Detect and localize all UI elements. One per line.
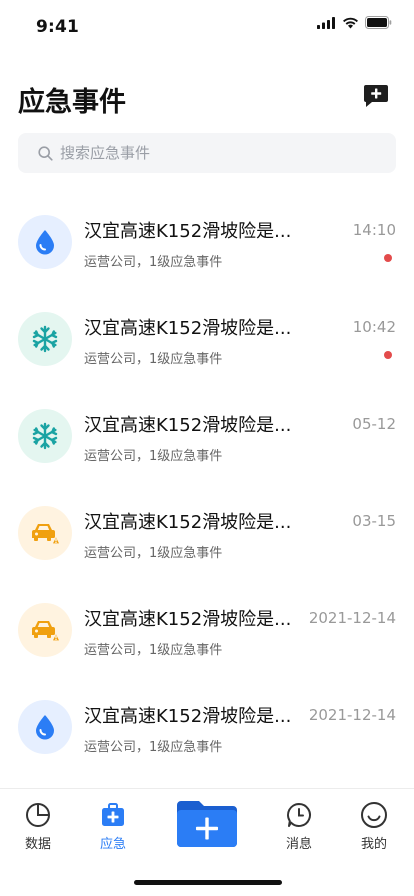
smiley-face-icon <box>360 801 388 829</box>
event-subtitle: 运营公司，1级应急事件 <box>84 740 223 755</box>
clock-message-icon <box>285 801 313 829</box>
event-subtitle: 运营公司，1级应急事件 <box>84 352 223 367</box>
event-title: 汉宜高速K152滑坡险是... <box>84 512 292 533</box>
event-time: 10:42 <box>352 318 396 336</box>
event-time: 03-15 <box>352 512 396 530</box>
tab-label: 消息 <box>285 837 312 852</box>
event-avatar <box>18 700 72 754</box>
tab-label: 数据 <box>24 837 51 852</box>
event-time: 2021-12-14 <box>308 609 396 627</box>
tab-messages[interactable]: 消息 <box>269 801 329 852</box>
event-subtitle: 运营公司，1级应急事件 <box>84 643 223 658</box>
tab-label: 应急 <box>99 837 126 852</box>
event-title: 汉宜高速K152滑坡险是... <box>84 415 292 436</box>
car-accident-icon <box>32 524 60 545</box>
cellular-signal-icon <box>317 16 335 29</box>
tab-emergency[interactable]: 应急 <box>83 801 143 852</box>
event-avatar <box>18 312 72 366</box>
event-title: 汉宜高速K152滑坡险是... <box>84 706 292 727</box>
page-title: 应急事件 <box>18 87 126 118</box>
wifi-icon <box>343 17 358 28</box>
event-time: 2021-12-14 <box>308 706 396 724</box>
search-icon <box>38 145 54 161</box>
snowflake-icon <box>32 325 58 353</box>
home-indicator <box>134 880 282 885</box>
car-accident-icon <box>32 621 60 642</box>
event-avatar <box>18 409 72 463</box>
event-time: 05-12 <box>352 415 396 433</box>
search-input[interactable] <box>60 144 360 162</box>
battery-icon <box>365 16 392 29</box>
event-item[interactable]: 汉宜高速K152滑坡险是... 运营公司，1级应急事件 05-12 <box>0 389 414 486</box>
event-avatar <box>18 215 72 269</box>
status-icons <box>317 16 392 29</box>
event-subtitle: 运营公司，1级应急事件 <box>84 449 223 464</box>
unread-dot <box>384 254 392 262</box>
event-time: 14:10 <box>352 221 396 239</box>
event-avatar <box>18 506 72 560</box>
status-time: 9:41 <box>36 17 80 37</box>
event-item[interactable]: 汉宜高速K152滑坡险是... 运营公司，1级应急事件 10:42 <box>0 292 414 389</box>
medical-kit-icon <box>99 801 127 829</box>
unread-dot <box>384 351 392 359</box>
event-list: 汉宜高速K152滑坡险是... 运营公司，1级应急事件 14:10 汉宜高速K1… <box>0 195 414 777</box>
new-event-button[interactable] <box>362 82 390 110</box>
event-title: 汉宜高速K152滑坡险是... <box>84 609 292 630</box>
water-drop-icon <box>36 230 54 255</box>
tab-mine[interactable]: 我的 <box>344 801 404 852</box>
event-title: 汉宜高速K152滑坡险是... <box>84 221 292 242</box>
water-drop-icon <box>36 715 54 740</box>
chat-add-icon <box>364 85 388 107</box>
event-title: 汉宜高速K152滑坡险是... <box>84 318 292 339</box>
event-avatar <box>18 603 72 657</box>
status-bar: 9:41 <box>0 0 414 50</box>
header: 应急事件 <box>0 78 414 122</box>
snowflake-icon <box>32 422 58 450</box>
folder-add-icon <box>177 801 237 847</box>
event-item[interactable]: 汉宜高速K152滑坡险是... 运营公司，1级应急事件 14:10 <box>0 195 414 292</box>
tab-data[interactable]: 数据 <box>8 801 68 852</box>
event-item[interactable]: 汉宜高速K152滑坡险是... 运营公司，1级应急事件 03-15 <box>0 486 414 583</box>
search-bar <box>18 133 396 173</box>
create-button[interactable] <box>177 801 237 847</box>
event-subtitle: 运营公司，1级应急事件 <box>84 546 223 561</box>
event-item[interactable]: 汉宜高速K152滑坡险是... 运营公司，1级应急事件 2021-12-14 <box>0 680 414 777</box>
event-item[interactable]: 汉宜高速K152滑坡险是... 运营公司，1级应急事件 2021-12-14 <box>0 583 414 680</box>
pie-chart-icon <box>24 801 52 829</box>
tab-label: 我的 <box>360 837 387 852</box>
event-subtitle: 运营公司，1级应急事件 <box>84 255 223 270</box>
